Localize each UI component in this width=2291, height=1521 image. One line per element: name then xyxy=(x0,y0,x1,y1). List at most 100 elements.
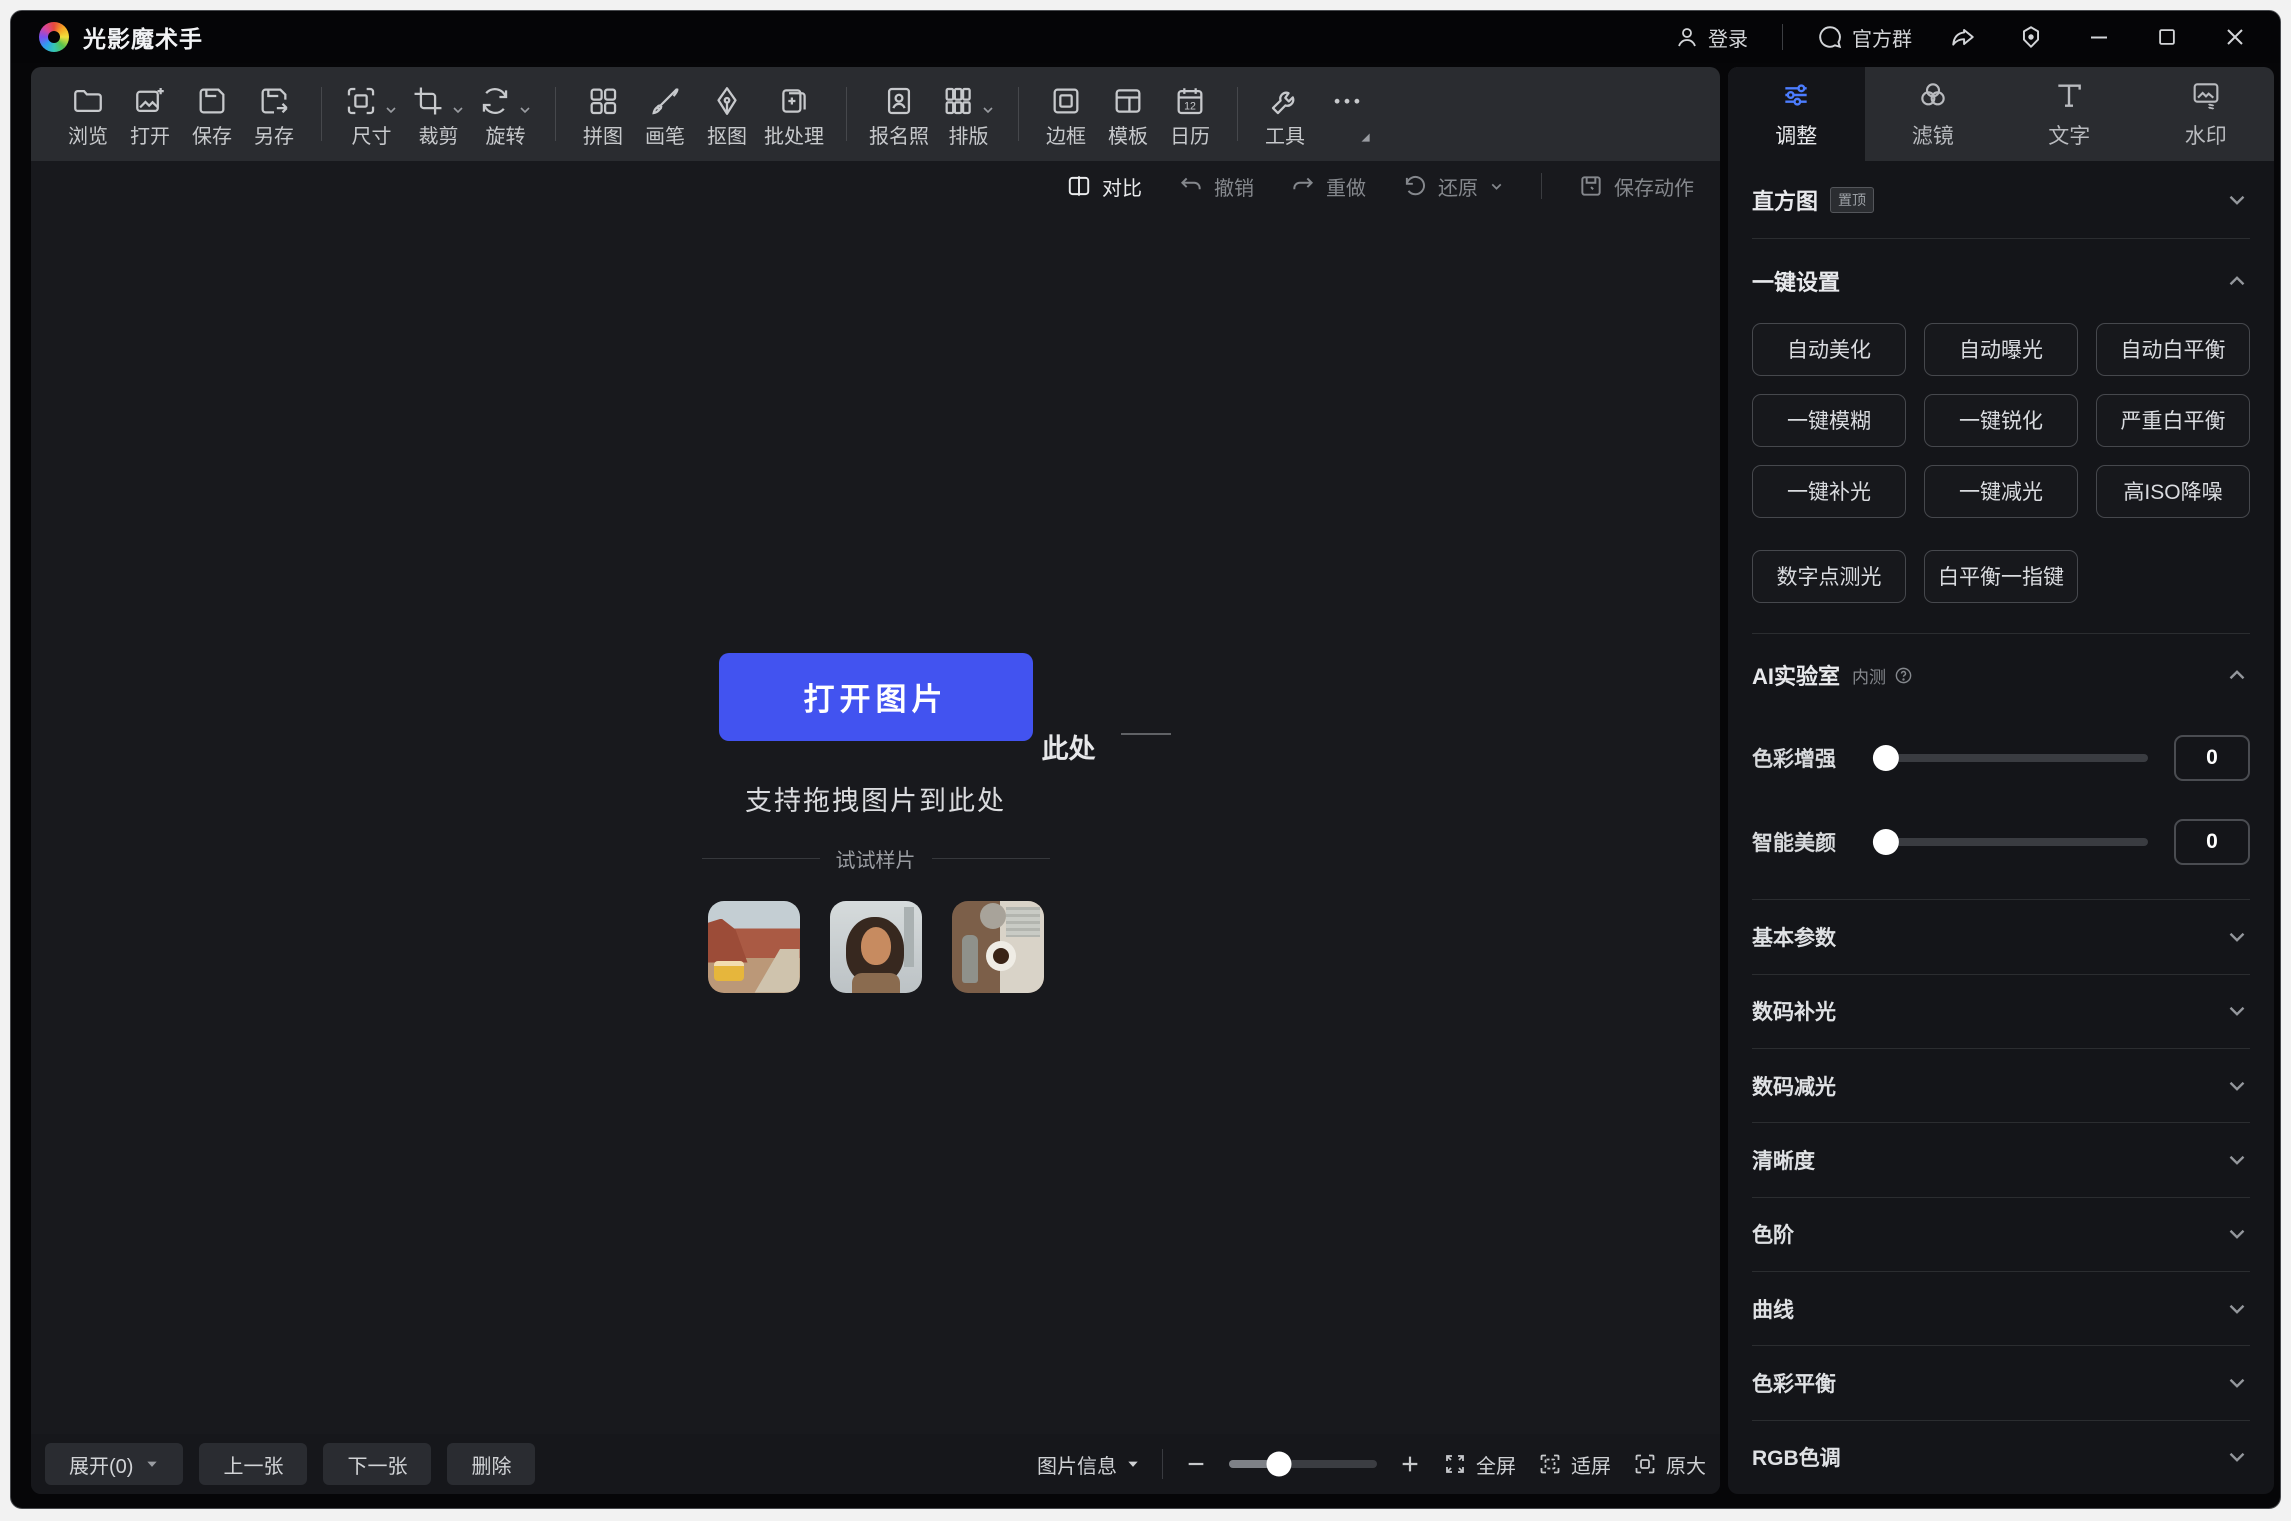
canvas-dropzone[interactable]: 打开图片 此处 支持拖拽图片到此处 试试样片 xyxy=(31,211,1720,1434)
sample-thumbnail-desert[interactable] xyxy=(708,901,800,993)
zoom-slider[interactable] xyxy=(1229,1460,1377,1468)
template-button[interactable]: 模板 xyxy=(1097,82,1159,147)
cutout-button[interactable]: 抠图 xyxy=(696,82,758,147)
thumb-detail xyxy=(1006,907,1040,937)
login-button[interactable]: 登录 xyxy=(1675,23,1748,52)
smart-beauty-slider[interactable] xyxy=(1882,838,2148,846)
compare-button[interactable]: 对比 xyxy=(1066,172,1142,201)
delete-button[interactable]: 删除 xyxy=(447,1443,535,1485)
settings-button[interactable] xyxy=(2014,20,2048,54)
color-enhance-slider-handle[interactable] xyxy=(1873,745,1899,771)
open-button[interactable]: 打开 xyxy=(119,82,181,147)
more-tools-button[interactable] xyxy=(1316,85,1378,144)
one-key-fill-light-button[interactable]: 一键补光 xyxy=(1752,465,1906,518)
section-basic-params[interactable]: 基本参数 xyxy=(1752,900,2250,973)
zoom-in-button[interactable] xyxy=(1399,1453,1421,1475)
smart-beauty-slider-handle[interactable] xyxy=(1873,829,1899,855)
digital-spot-metering-button[interactable]: 数字点测光 xyxy=(1752,550,1906,603)
share-button[interactable] xyxy=(1946,20,1980,54)
one-key-section-header[interactable]: 一键设置 xyxy=(1752,239,2250,322)
auto-white-balance-button[interactable]: 自动白平衡 xyxy=(2096,323,2250,376)
calendar-button[interactable]: 12 日历 xyxy=(1159,82,1221,147)
collage-icon xyxy=(586,84,620,118)
save-as-button[interactable]: 另存 xyxy=(243,82,305,147)
color-enhance-slider[interactable] xyxy=(1882,754,2148,762)
wrench-icon xyxy=(1268,84,1302,118)
tools-button[interactable]: 工具 xyxy=(1254,82,1316,147)
tab-adjust[interactable]: 调整 xyxy=(1728,67,1865,161)
severe-white-balance-button[interactable]: 严重白平衡 xyxy=(2096,394,2250,447)
browse-button[interactable]: 浏览 xyxy=(57,82,119,147)
toolbar-divider xyxy=(555,87,556,141)
app-title: 光影魔术手 xyxy=(83,20,203,54)
smart-beauty-row: 智能美颜 0 xyxy=(1752,800,2250,883)
open-image-button[interactable]: 打开图片 xyxy=(719,653,1033,741)
section-clarity[interactable]: 清晰度 xyxy=(1752,1123,2250,1196)
frame-button[interactable]: 边框 xyxy=(1035,82,1097,147)
fit-screen-button[interactable]: 适屏 xyxy=(1538,1450,1611,1479)
redo-button[interactable]: 重做 xyxy=(1290,172,1366,201)
tab-watermark[interactable]: 水印 xyxy=(2138,67,2275,161)
rotate-label: 旋转 xyxy=(486,127,526,147)
undo-button[interactable]: 撤销 xyxy=(1178,172,1254,201)
section-curves[interactable]: 曲线 xyxy=(1752,1272,2250,1345)
close-button[interactable] xyxy=(2218,20,2252,54)
next-image-button[interactable]: 下一张 xyxy=(323,1443,431,1485)
zoom-slider-handle[interactable] xyxy=(1267,1452,1292,1477)
section-rgb-tone[interactable]: RGB色调 xyxy=(1752,1421,2250,1494)
layout-button[interactable]: 排版 xyxy=(935,82,1002,147)
previous-image-button[interactable]: 上一张 xyxy=(199,1443,307,1485)
id-photo-icon xyxy=(882,84,916,118)
auto-exposure-button[interactable]: 自动曝光 xyxy=(1924,323,2078,376)
restore-button[interactable]: 还原 xyxy=(1402,172,1505,201)
color-enhance-value[interactable]: 0 xyxy=(2174,735,2250,781)
template-label: 模板 xyxy=(1108,127,1148,147)
collage-button[interactable]: 拼图 xyxy=(572,82,634,147)
ai-lab-section-header[interactable]: AI实验室 内测 xyxy=(1752,634,2250,717)
image-info-button[interactable]: 图片信息 xyxy=(1037,1450,1140,1479)
chevron-down-icon xyxy=(2224,1444,2250,1470)
smart-beauty-value[interactable]: 0 xyxy=(2174,819,2250,865)
histogram-section-header[interactable]: 直方图 置顶 xyxy=(1752,161,2250,238)
auto-beautify-button[interactable]: 自动美化 xyxy=(1752,323,1906,376)
sample-thumbnail-portrait[interactable] xyxy=(830,901,922,993)
batch-button[interactable]: 批处理 xyxy=(758,82,830,147)
zoom-out-button[interactable] xyxy=(1185,1453,1207,1475)
fullscreen-button[interactable]: 全屏 xyxy=(1443,1450,1516,1479)
layout-label: 排版 xyxy=(949,127,989,147)
expand-filmstrip-button[interactable]: 展开(0) xyxy=(45,1443,183,1485)
resize-button[interactable]: 尺寸 xyxy=(338,82,405,147)
save-action-button[interactable]: 保存动作 xyxy=(1578,172,1694,201)
help-icon[interactable] xyxy=(1894,666,1913,685)
maximize-button[interactable] xyxy=(2150,20,2184,54)
one-key-sharpen-button[interactable]: 一键锐化 xyxy=(1924,394,2078,447)
expand-label: 展开(0) xyxy=(69,1450,133,1479)
save-button[interactable]: 保存 xyxy=(181,82,243,147)
high-iso-denoise-button[interactable]: 高ISO降噪 xyxy=(2096,465,2250,518)
bottombar-divider xyxy=(1162,1449,1163,1479)
save-as-label: 另存 xyxy=(254,127,294,147)
white-balance-one-touch-button[interactable]: 白平衡一指键 xyxy=(1924,550,2078,603)
rotate-button[interactable]: 旋转 xyxy=(472,82,539,147)
official-group-button[interactable]: 官方群 xyxy=(1817,23,1912,52)
brush-button[interactable]: 画笔 xyxy=(634,82,696,147)
sample-thumbnail-flatlay[interactable] xyxy=(952,901,1044,993)
section-digital-fill-light[interactable]: 数码补光 xyxy=(1752,975,2250,1048)
pin-to-top-badge[interactable]: 置顶 xyxy=(1830,187,1874,213)
tab-text[interactable]: 文字 xyxy=(2001,67,2138,161)
one-key-title: 一键设置 xyxy=(1752,265,1840,297)
original-size-button[interactable]: 原大 xyxy=(1633,1450,1706,1479)
section-digital-dim-light[interactable]: 数码减光 xyxy=(1752,1049,2250,1122)
redo-label: 重做 xyxy=(1326,172,1366,201)
crop-button[interactable]: 裁剪 xyxy=(405,82,472,147)
tab-filters[interactable]: 滤镜 xyxy=(1865,67,2002,161)
fit-screen-icon xyxy=(1538,1452,1562,1476)
one-key-blur-button[interactable]: 一键模糊 xyxy=(1752,394,1906,447)
minimize-button[interactable] xyxy=(2082,20,2116,54)
section-color-balance[interactable]: 色彩平衡 xyxy=(1752,1346,2250,1419)
one-key-dim-light-button[interactable]: 一键减光 xyxy=(1924,465,2078,518)
layout-grid-icon xyxy=(941,84,975,118)
section-levels[interactable]: 色阶 xyxy=(1752,1198,2250,1271)
id-photo-button[interactable]: 报名照 xyxy=(863,82,935,147)
chevron-down-icon xyxy=(2224,924,2250,950)
